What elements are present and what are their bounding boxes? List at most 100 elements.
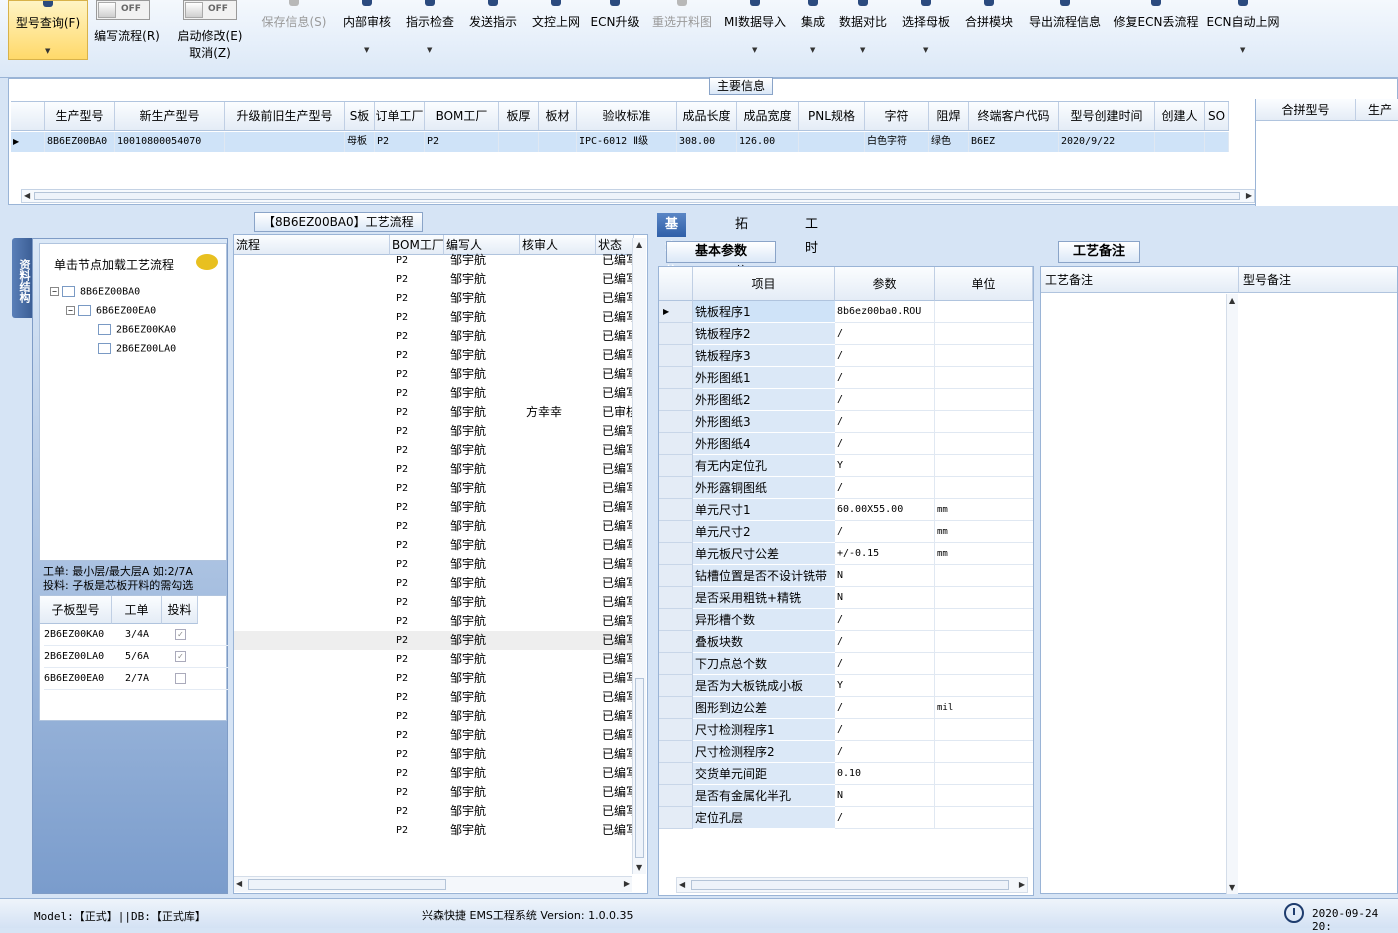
param-row[interactable]: 外形图纸4/ (659, 433, 1033, 455)
text-control-upload-button[interactable]: 文控上网 (529, 0, 583, 70)
main-col-header[interactable]: 生产型号 (45, 102, 115, 130)
param-row[interactable]: 是否为大板铣成小板 Y (659, 675, 1033, 697)
process-row[interactable]: 铣板P2邹宇航已编写 (234, 631, 636, 650)
main-col-header[interactable]: SO (1205, 102, 1229, 130)
process-hscroll[interactable]: ◀ ▶ (234, 876, 632, 892)
main-cell[interactable] (539, 132, 577, 152)
main-col-header[interactable]: 板厚 (499, 102, 539, 130)
param-value[interactable]: 0.10 (835, 763, 935, 785)
structure-side-tab[interactable]: 资料结构 (12, 238, 32, 318)
param-value[interactable]: / (835, 389, 935, 411)
model-query-button[interactable]: 型号查询(F) ▼ (8, 0, 88, 60)
process-row[interactable]: 板边包胶P2邹宇航已编写 (234, 479, 636, 498)
sub-row-order[interactable]: 2/7A (112, 668, 162, 690)
ecn-auto-upload-button[interactable]: ECN自动上网 ▼ (1206, 0, 1280, 70)
process-row[interactable]: 预烘P2邹宇航已编写 (234, 327, 636, 346)
param-value[interactable]: 60.00X55.00 (835, 499, 935, 521)
data-compare-button[interactable]: 数据对比 ▼ (836, 0, 890, 70)
param-value[interactable]: / (835, 477, 935, 499)
param-row[interactable]: 外形露铜图纸 / (659, 477, 1033, 499)
main-col-header[interactable]: BOM工厂 (425, 102, 499, 130)
main-col-header[interactable]: S板 (345, 102, 375, 130)
param-row[interactable]: 下刀点总个数 / (659, 653, 1033, 675)
save-info-button[interactable]: 保存信息(S) (258, 0, 330, 70)
internal-review-button[interactable]: 内部审核 ▼ (340, 0, 394, 70)
param-row[interactable]: 外形图纸2/ (659, 389, 1033, 411)
process-row[interactable]: −成品仓P2邹宇航已编写 (234, 764, 636, 783)
param-value[interactable]: / (835, 521, 935, 543)
param-row[interactable]: 钻槽位置是否不设计铣带 N (659, 565, 1033, 587)
param-row[interactable]: 铣板程序2/ (659, 323, 1033, 345)
tree-node[interactable]: 2B6EZ00LA0 (98, 343, 176, 355)
process-row[interactable]: 外层AOI1P2邹宇航已编写 (234, 251, 636, 270)
main-info-tab[interactable]: 主要信息 (709, 77, 773, 95)
sub-row-model[interactable]: 6B6EZ00EA0 (44, 668, 112, 690)
process-row[interactable]: 外观检查P2邹宇航已编写 (234, 707, 636, 726)
main-col-header[interactable]: 阻焊 (929, 102, 969, 130)
param-row[interactable]: 交货单元间距 0.10 (659, 763, 1033, 785)
main-col-header[interactable]: 型号创建时间 (1059, 102, 1155, 130)
param-value[interactable]: 8b6ez00ba0.ROU (835, 301, 935, 323)
main-cell[interactable]: P2 (425, 132, 499, 152)
tree-node[interactable]: 2B6EZ00KA0 (98, 324, 176, 336)
param-value[interactable]: N (835, 565, 935, 587)
param-row[interactable]: 是否采用粗铣+精铣 N (659, 587, 1033, 609)
process-row[interactable]: 终固化P2邹宇航已编写 (234, 422, 636, 441)
remark-vscroll[interactable]: ▲ ▼ (1226, 294, 1238, 894)
main-cell[interactable] (1155, 132, 1205, 152)
param-value[interactable]: N (835, 785, 935, 807)
process-row[interactable]: 入库P2邹宇航已编写 (234, 783, 636, 802)
param-row[interactable]: 尺寸检测程序1/ (659, 719, 1033, 741)
param-row[interactable]: 铣板程序3/ (659, 345, 1033, 367)
start-modify-toggle[interactable]: OFF (183, 0, 237, 20)
main-cell[interactable]: 126.00 (737, 132, 799, 152)
mi-import-button[interactable]: MI数据导入 ▼ (722, 0, 788, 70)
param-value[interactable]: Y (835, 675, 935, 697)
feed-checkbox[interactable] (175, 672, 186, 684)
process-row[interactable]: −终检P2邹宇航已编写 (234, 669, 636, 688)
main-cell[interactable]: 白色字符 (865, 132, 929, 152)
main-col-header[interactable]: 成品宽度 (737, 102, 799, 130)
param-row[interactable]: 尺寸检测程序2/ (659, 741, 1033, 763)
main-col-header[interactable]: 创建人 (1155, 102, 1205, 130)
edit-flow-control[interactable]: OFF 编写流程(R) (92, 0, 162, 70)
process-row[interactable]: 成品清洗P2邹宇航已编写 (234, 650, 636, 669)
process-row[interactable]: 丝印P2邹宇航已编写 (234, 308, 636, 327)
sub-row-order[interactable]: 5/6A (112, 646, 162, 668)
main-cell[interactable]: IPC-6012 Ⅱ级 (577, 132, 677, 152)
param-row[interactable]: 图形到边公差 / mil (659, 697, 1033, 719)
process-row[interactable]: 内包装P2邹宇航已编写 (234, 745, 636, 764)
tab-work-hours[interactable]: 工时 (797, 213, 826, 256)
main-col-header[interactable]: PNL规格 (799, 102, 865, 130)
param-row[interactable]: ▶ 铣板程序1 8b6ez00ba0.ROU (659, 301, 1033, 323)
param-value[interactable]: / (835, 807, 935, 829)
main-cell[interactable]: 8B6EZ00BA0 (45, 132, 115, 152)
tree-node[interactable]: −6B6EZ00EA0 (66, 305, 156, 317)
process-row[interactable]: 功能检查P2邹宇航已编写 (234, 688, 636, 707)
param-value[interactable]: / (835, 411, 935, 433)
param-value[interactable]: / (835, 609, 935, 631)
process-row[interactable]: 显影P2邹宇航已编写 (234, 365, 636, 384)
main-col-header[interactable]: 升级前旧生产型号 (225, 102, 345, 130)
process-row[interactable]: 阻焊前处理P2邹宇航已编写 (234, 289, 636, 308)
main-cell[interactable]: 绿色 (929, 132, 969, 152)
process-row[interactable]: 沉金P2邹宇航已编写 (234, 498, 636, 517)
param-row[interactable]: 有无内定位孔 Y (659, 455, 1033, 477)
process-row[interactable]: 字符P2邹宇航方幸幸已审核 (234, 403, 636, 422)
process-row[interactable]: −阻焊P2邹宇航已编写 (234, 270, 636, 289)
send-instruction-button[interactable]: 发送指示 (466, 0, 520, 70)
tab-basic-info[interactable]: 基本信息 (657, 213, 687, 304)
param-row[interactable]: 定位孔层 / (659, 807, 1033, 829)
param-value[interactable]: / (835, 719, 935, 741)
params-hscroll[interactable]: ◀ ▶ (676, 877, 1028, 893)
main-cell[interactable]: 308.00 (677, 132, 737, 152)
feed-checkbox[interactable]: ✓ (175, 650, 186, 662)
main-cell[interactable]: 10010800054070 (115, 132, 225, 152)
param-row[interactable]: 外形图纸1/ (659, 367, 1033, 389)
main-cell[interactable] (1205, 132, 1229, 152)
reselect-drawing-button[interactable]: 重选开料图 (648, 0, 716, 70)
process-row[interactable]: −包装P2邹宇航已编写 (234, 726, 636, 745)
process-row[interactable]: 外包装P2邹宇航已编写 (234, 802, 636, 821)
sub-row-feed[interactable]: ✓ (162, 646, 228, 668)
sub-row-feed[interactable]: ✓ (162, 624, 228, 646)
